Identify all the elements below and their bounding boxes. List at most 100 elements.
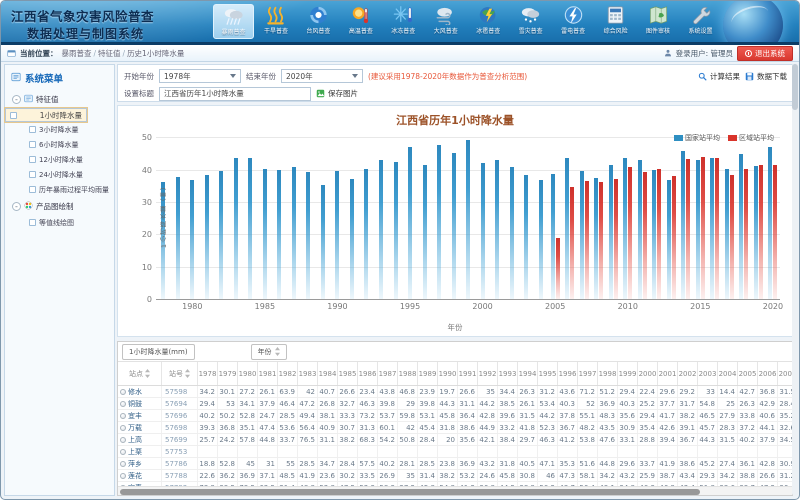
- bar-group-2001: [490, 132, 505, 299]
- sidebar-item-1小时降水量[interactable]: 1小时降水量: [5, 108, 87, 122]
- toolbar-item-bolt[interactable]: 雷电普查: [553, 4, 594, 39]
- value-cell: 38.1: [318, 410, 338, 421]
- search-icon: [698, 72, 707, 81]
- logout-button[interactable]: 退出系统: [737, 46, 793, 61]
- value-cell: 52: [578, 398, 598, 409]
- toolbar-item-hail[interactable]: 冰雹普查: [468, 4, 509, 39]
- bar-group-2019: [751, 132, 766, 299]
- earth-graphic: [723, 1, 783, 45]
- station-radio[interactable]: [120, 425, 126, 431]
- station-radio[interactable]: [120, 473, 126, 479]
- bar-national: [306, 172, 310, 299]
- bar-national: [623, 158, 627, 299]
- sidebar-item-历年暴雨过程平均雨量[interactable]: 历年暴雨过程平均雨量: [5, 182, 114, 197]
- value-cell: 46.5: [698, 410, 718, 421]
- station-radio[interactable]: [120, 437, 126, 443]
- station-radio[interactable]: [120, 461, 126, 467]
- value-cell: [618, 446, 638, 457]
- bar-group-2008: [591, 132, 606, 299]
- bar-group-1995: 1995: [403, 132, 418, 299]
- toolbar-item-freeze[interactable]: 冰冻普查: [383, 4, 424, 39]
- sidebar-group-产品图绘制[interactable]: -产品图绘制: [5, 197, 114, 215]
- value-cell: 36.7: [558, 422, 578, 433]
- value-cell: [318, 446, 338, 457]
- toolbar-item-sun[interactable]: 高温普查: [340, 4, 381, 39]
- value-cell: 53: [218, 398, 238, 409]
- toolbar-item-calc[interactable]: 综合风险: [595, 4, 636, 39]
- vertical-scrollbar-thumb[interactable]: [792, 64, 798, 110]
- sidebar-tree: -特征值1小时降水量3小时降水量6小时降水量12小时降水量24小时降水量历年暴雨…: [5, 90, 114, 230]
- year-column-header: 1993: [498, 362, 518, 385]
- station-radio[interactable]: [120, 449, 126, 455]
- station-column-header[interactable]: 站点: [118, 362, 162, 385]
- start-year-select[interactable]: 1978年: [159, 69, 241, 83]
- y-axis-tick: 50: [124, 133, 152, 142]
- bars-container: 198019851990199520002005201020152020: [156, 132, 780, 300]
- value-cell: 54.2: [378, 434, 398, 445]
- value-cell: 23.8: [438, 458, 458, 469]
- year-sort-header[interactable]: 年份: [251, 344, 287, 360]
- station-radio[interactable]: [120, 389, 126, 395]
- sidebar-group-特征值[interactable]: -特征值: [5, 90, 114, 108]
- value-cell: 38.2: [438, 470, 458, 481]
- value-cell: 29.4: [198, 398, 218, 409]
- sidebar-header: 系统菜单: [5, 65, 114, 90]
- horizontal-scrollbar[interactable]: [118, 486, 792, 495]
- station-radio[interactable]: [120, 401, 126, 407]
- toolbar-item-wrench[interactable]: 系统设置: [680, 4, 721, 39]
- sidebar-item-3小时降水量[interactable]: 3小时降水量: [5, 122, 114, 137]
- value-cell: 27.2: [238, 386, 258, 397]
- table-header-row: 站点站号197819791980198119821983198419851986…: [118, 361, 792, 386]
- expand-toggle-icon[interactable]: -: [12, 95, 21, 104]
- value-cell: 40.5: [518, 458, 538, 469]
- year-column-header: 1982: [278, 362, 298, 385]
- y-axis-tick: 40: [124, 166, 152, 175]
- toolbar-item-snow[interactable]: 雪灾普查: [510, 4, 551, 39]
- bar-group-1979: [171, 132, 186, 299]
- expand-toggle-icon[interactable]: -: [12, 202, 21, 211]
- toolbar-item-rain[interactable]: 暴雨普查: [213, 4, 254, 39]
- value-cell: 19.7: [438, 386, 458, 397]
- value-cell: 38.2: [338, 434, 358, 445]
- value-cell: 39.1: [678, 422, 698, 433]
- horizontal-scrollbar-thumb[interactable]: [120, 489, 700, 495]
- value-cell: 26.1: [258, 386, 278, 397]
- toolbar-item-map[interactable]: 图件审核: [638, 4, 679, 39]
- value-cell: 33.1: [618, 434, 638, 445]
- toolbar-item-wind[interactable]: 大风普查: [425, 4, 466, 39]
- value-cell: 36.1: [738, 458, 758, 469]
- value-cell: 40.2: [738, 434, 758, 445]
- sidebar-item-12小时降水量[interactable]: 12小时降水量: [5, 152, 114, 167]
- toolbar-item-typhoon[interactable]: 台风普查: [298, 4, 339, 39]
- toolbar-item-label: 高温普查: [349, 26, 373, 35]
- toolbar-item-heat[interactable]: 干旱普查: [255, 4, 296, 39]
- breadcrumb-segment[interactable]: 历史1小时降水量: [127, 49, 184, 58]
- chart-title-input[interactable]: [159, 87, 311, 101]
- station-radio[interactable]: [120, 413, 126, 419]
- value-cell: 29.4: [618, 386, 638, 397]
- station-id-column-header[interactable]: 站号: [162, 362, 198, 385]
- breadcrumb-segment[interactable]: 特征值: [98, 49, 121, 58]
- sidebar-item-24小时降水量[interactable]: 24小时降水量: [5, 167, 114, 182]
- main-content: 开始年份 1978年 结束年份 2020年 (建议采用1978-2020年数据作…: [117, 64, 793, 496]
- data-download-button[interactable]: 数据下载: [745, 71, 787, 82]
- calc-result-button[interactable]: 计算结果: [698, 71, 740, 82]
- sidebar-item-6小时降水量[interactable]: 6小时降水量: [5, 137, 114, 152]
- value-cell: 38.6: [458, 422, 478, 433]
- typhoon-icon: [307, 5, 330, 25]
- end-year-select[interactable]: 2020年: [281, 69, 363, 83]
- value-cell: 34.2: [718, 470, 738, 481]
- bar-national: [423, 165, 427, 299]
- data-table-panel: 1小时降水量(mm) 年份 站点站号1978197919801981198219…: [117, 341, 793, 496]
- value-cell: 29.3: [698, 470, 718, 481]
- sidebar-item-等值线绘图[interactable]: 等值线绘图: [5, 215, 114, 230]
- value-cell: 43.2: [478, 458, 498, 469]
- save-image-button[interactable]: 保存图片: [316, 88, 358, 99]
- value-cell: 41.2: [558, 434, 578, 445]
- value-cell: 34.5: [778, 434, 792, 445]
- value-cell: 45.8: [498, 470, 518, 481]
- value-cell: 42.7: [738, 386, 758, 397]
- value-cell: 38.2: [678, 410, 698, 421]
- vertical-scrollbar[interactable]: [792, 63, 798, 496]
- breadcrumb-segment[interactable]: 暴雨普查: [62, 49, 92, 58]
